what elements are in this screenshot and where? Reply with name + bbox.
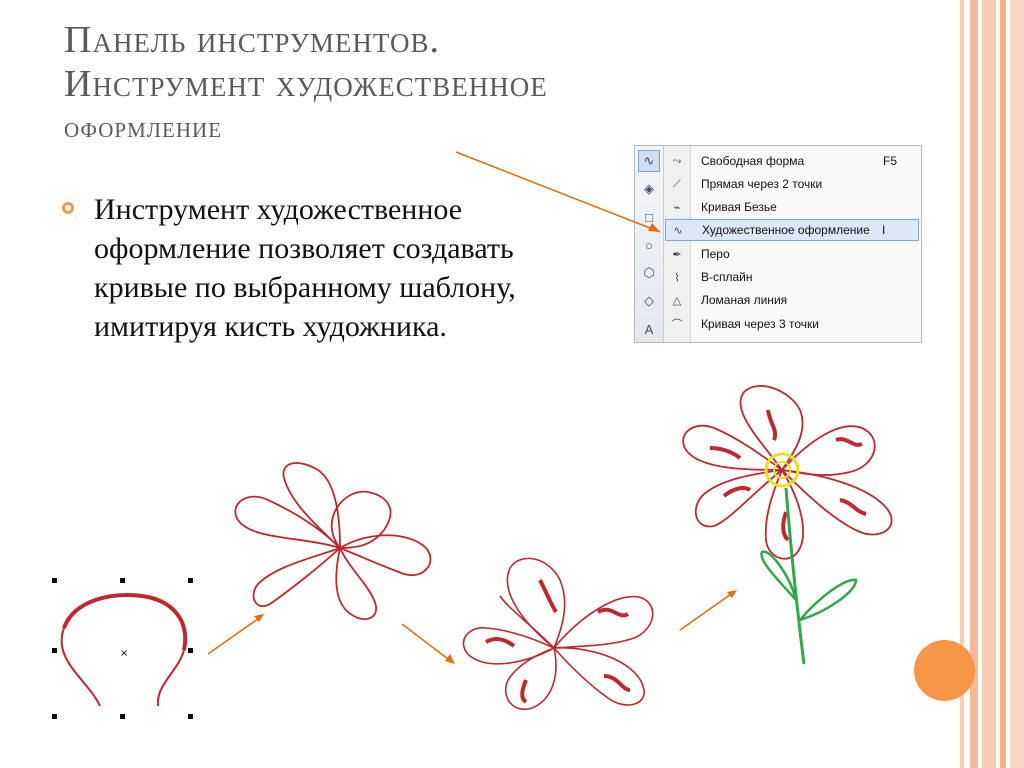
stage-arrow-3 [679,590,737,631]
stage-arrow-2 [401,623,455,664]
stage-arrow-1 [207,614,264,655]
pointer-arrow [455,151,661,233]
petal-with-handles: × [52,578,193,719]
illustration: × [52,151,893,719]
flower-outline [234,462,432,620]
decorative-circle [914,640,975,701]
final-flower [682,385,893,665]
svg-text:×: × [120,648,128,659]
flower-with-strokes [462,557,654,711]
